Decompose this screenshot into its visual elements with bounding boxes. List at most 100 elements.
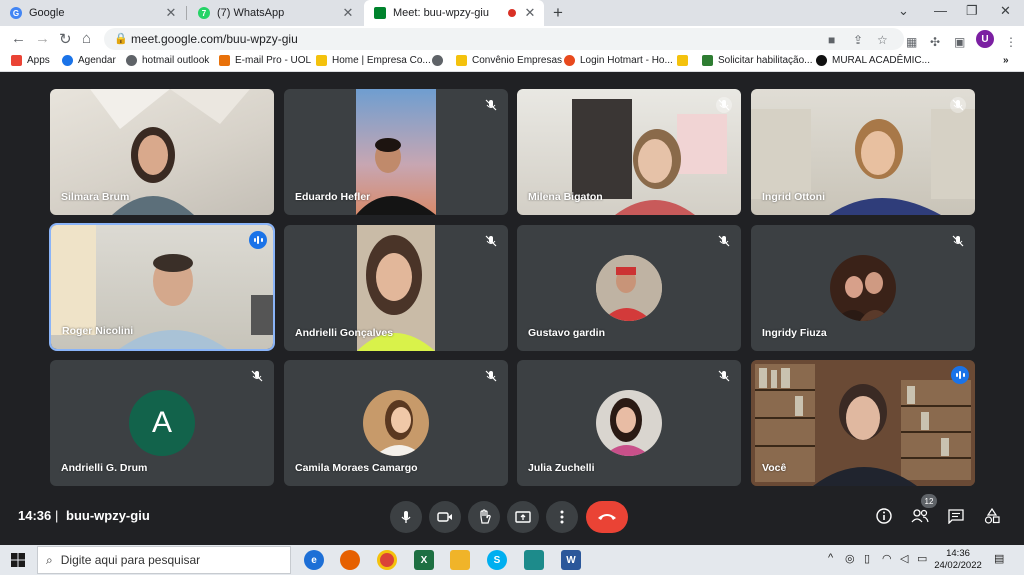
present-screen-button[interactable] [507, 501, 539, 533]
minimize-icon[interactable]: — [934, 3, 947, 18]
tab-whatsapp[interactable]: 7 (7) WhatsApp ✕ [188, 0, 362, 26]
bookmark-agendar[interactable]: Agendar [62, 55, 116, 66]
participant-name: Andrielli Gonçalves [295, 327, 394, 339]
participant-name: Andrielli G. Drum [61, 462, 148, 474]
participant-tile[interactable]: Ingrid Ottoni [751, 89, 975, 215]
participant-tile[interactable]: Julia Zuchelli [517, 360, 741, 486]
usb-icon[interactable]: ▯ [864, 552, 870, 565]
participant-tile[interactable]: Silmara Brum [50, 89, 274, 215]
reload-icon[interactable]: ↻ [59, 30, 72, 48]
battery-icon[interactable]: ▭ [917, 552, 927, 565]
handshake-icon [316, 55, 327, 66]
url-text[interactable]: meet.google.com/buu-wpzy-giu [131, 32, 298, 46]
word-icon[interactable]: W [561, 550, 581, 570]
participant-tile[interactable]: Eduardo Hefler [284, 89, 508, 215]
extensions-puzzle-icon[interactable]: ✣ [930, 35, 940, 49]
skype-icon[interactable]: S [487, 550, 507, 570]
bookmark-uol[interactable]: E-mail Pro - UOL [219, 55, 311, 66]
participant-name: Roger Nicolini [62, 325, 134, 337]
windows-start-icon[interactable] [11, 553, 25, 572]
bookmark-apps[interactable]: Apps [11, 55, 50, 66]
bookmarks-overflow-icon[interactable]: » [1003, 55, 1009, 66]
people-button[interactable] [909, 505, 931, 527]
participant-name: Milena Bigaton [528, 191, 603, 203]
bookmark-solicitar[interactable]: Solicitar habilitação... [702, 55, 813, 66]
camera-icon[interactable]: ■ [828, 33, 835, 47]
maximize-icon[interactable]: ❐ [966, 3, 978, 19]
meeting-details-button[interactable] [873, 505, 895, 527]
bookmark-handshake[interactable] [677, 55, 693, 66]
side-panel-icon[interactable]: ▣ [954, 35, 965, 49]
microphone-icon [401, 511, 411, 523]
close-icon[interactable]: ✕ [522, 5, 538, 21]
camera-button[interactable] [429, 501, 461, 533]
forward-icon[interactable]: → [35, 30, 50, 47]
activities-button[interactable] [981, 505, 1003, 527]
firefox-icon[interactable] [340, 550, 360, 570]
more-menu-icon[interactable]: ⋮ [1005, 35, 1017, 49]
participant-avatar [363, 390, 429, 456]
participant-name: Ingrid Ottoni [762, 191, 825, 203]
new-tab-icon[interactable]: + [553, 3, 563, 23]
bookmark-empresa[interactable]: Home | Empresa Co... [316, 55, 431, 66]
bookmark-star-icon[interactable]: ☆ [877, 33, 888, 47]
meet-control-bar: 14:36 | buu-wpzy-giu [0, 493, 1024, 545]
leave-call-button[interactable] [586, 501, 628, 533]
edge-icon[interactable]: e [304, 550, 324, 570]
bookmark-hotmail[interactable]: hotmail outlook [126, 55, 209, 66]
tray-app-icon[interactable]: ◎ [845, 552, 855, 565]
tray-chevron-icon[interactable]: ^ [828, 552, 833, 564]
more-options-button[interactable] [546, 501, 578, 533]
volume-icon[interactable]: ◁ [900, 552, 908, 565]
taskbar-clock[interactable]: 14:36 24/02/2022 [932, 548, 984, 572]
file-explorer-icon[interactable] [450, 550, 470, 570]
speaking-indicator-icon [249, 231, 267, 249]
excel-icon[interactable]: X [414, 550, 434, 570]
close-icon[interactable]: ✕ [340, 5, 356, 21]
taskbar-search-box[interactable]: ⌕ Digite aqui para pesquisar [37, 546, 291, 574]
chat-button[interactable] [945, 505, 967, 527]
microphone-button[interactable] [390, 501, 422, 533]
bookmark-hotmart[interactable]: Login Hotmart - Ho... [564, 55, 673, 66]
agendar-icon [62, 55, 73, 66]
gov-flag-icon [702, 55, 713, 66]
back-icon[interactable]: ← [11, 30, 26, 47]
home-icon[interactable]: ⌂ [82, 30, 91, 47]
participant-name: Você [762, 462, 787, 474]
extension-grid-icon[interactable]: ▦ [906, 35, 917, 49]
participant-tile[interactable]: Andrielli Gonçalves [284, 225, 508, 351]
participant-tile[interactable]: Gustavo gardin [517, 225, 741, 351]
participant-tile[interactable]: Ingridy Fiuza [751, 225, 975, 351]
bookmark-convenio[interactable]: Convênio Empresas [456, 55, 562, 66]
participant-tile[interactable]: Milena Bigaton [517, 89, 741, 215]
chrome-icon[interactable] [377, 550, 397, 570]
participant-name: Eduardo Hefler [295, 191, 371, 203]
google-icon: G [10, 7, 22, 19]
muted-mic-icon [950, 233, 966, 249]
window-close-icon[interactable]: ✕ [1000, 3, 1011, 19]
notifications-icon[interactable]: ▤ [994, 552, 1004, 565]
hang-up-icon [598, 514, 616, 520]
tab-search-icon[interactable]: ⌄ [898, 3, 909, 19]
participant-tile[interactable]: Roger Nicolini [49, 223, 275, 351]
tab-google[interactable]: G Google ✕ [0, 0, 185, 26]
participant-tile[interactable]: A Andrielli G. Drum [50, 360, 274, 486]
globe-icon [432, 55, 443, 66]
bookmark-mural[interactable]: MURAL ACADÊMIC... [816, 55, 930, 66]
raise-hand-button[interactable] [468, 501, 500, 533]
participant-tile[interactable]: Você [751, 360, 975, 486]
wifi-icon[interactable]: ◠ [882, 552, 892, 565]
app-icon[interactable] [524, 550, 544, 570]
participant-tile[interactable]: Camila Moraes Camargo [284, 360, 508, 486]
share-icon[interactable]: ⇪ [853, 33, 863, 47]
tab-meet[interactable]: Meet: buu-wpzy-giu ✕ [364, 0, 544, 26]
participant-name: Gustavo gardin [528, 327, 606, 339]
muted-mic-icon [716, 368, 732, 384]
address-bar[interactable]: 🔒 meet.google.com/buu-wpzy-giu ■ ⇪ ☆ [104, 28, 904, 50]
close-icon[interactable]: ✕ [163, 5, 179, 21]
globe-icon [126, 55, 137, 66]
windows-taskbar: ⌕ Digite aqui para pesquisar e X S W ^ ◎… [0, 545, 1024, 575]
profile-avatar[interactable]: U [976, 30, 994, 48]
bookmark-globe[interactable] [432, 55, 448, 66]
recording-dot-icon [508, 9, 516, 17]
